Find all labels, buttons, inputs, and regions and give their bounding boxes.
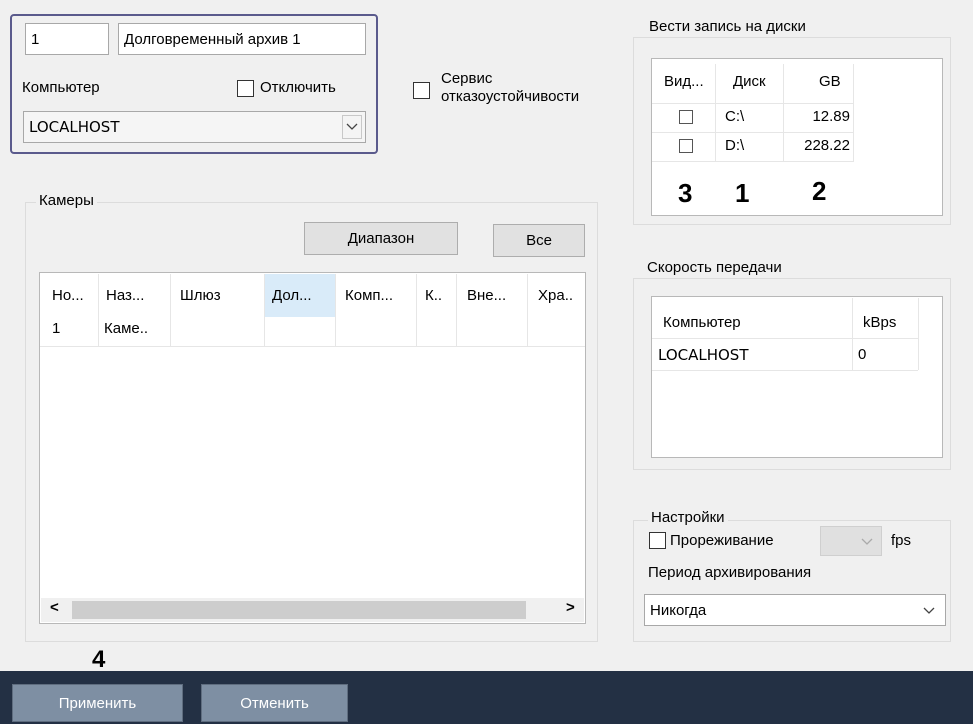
disk-c-name: C:\ bbox=[725, 108, 745, 125]
cameras-row-number: 1 bbox=[52, 320, 61, 337]
disks-group-title: Вести запись на диски bbox=[646, 18, 809, 35]
failover-checkbox[interactable] bbox=[413, 82, 430, 99]
speed-row-computer: LOCALHOST bbox=[658, 346, 749, 364]
disk-d-checkbox[interactable] bbox=[679, 139, 693, 153]
cameras-scrollbar-thumb[interactable] bbox=[72, 601, 526, 619]
thinning-checkbox[interactable] bbox=[649, 532, 666, 549]
disks-header-view[interactable]: Вид... bbox=[664, 73, 704, 90]
chevron-down-icon[interactable] bbox=[923, 607, 935, 615]
cancel-button[interactable]: Отменить bbox=[201, 684, 348, 722]
cameras-header-external[interactable]: Вне... bbox=[467, 287, 506, 304]
cameras-header-number[interactable]: Но... bbox=[52, 287, 84, 304]
speed-header-computer[interactable]: Компьютер bbox=[663, 314, 741, 331]
chevron-down-icon[interactable] bbox=[342, 115, 362, 139]
disk-c-gb: 12.89 bbox=[812, 108, 850, 125]
cameras-header-computer[interactable]: Комп... bbox=[345, 287, 393, 304]
cameras-header-gateway[interactable]: Шлюз bbox=[180, 287, 221, 304]
chevron-down-icon[interactable] bbox=[861, 538, 873, 546]
cameras-header-k[interactable]: К.. bbox=[425, 287, 442, 304]
annotation-2: 2 bbox=[812, 176, 827, 206]
archive-number-field[interactable]: 1 bbox=[25, 23, 109, 55]
thinning-label: Прореживание bbox=[670, 532, 774, 549]
speed-row-kbps: 0 bbox=[858, 346, 867, 363]
disk-d-gb: 228.22 bbox=[804, 137, 850, 154]
cameras-row-name: Каме.. bbox=[104, 320, 149, 337]
cameras-header-longterm[interactable]: Дол... bbox=[272, 287, 312, 304]
disks-header-gb[interactable]: GB bbox=[819, 73, 841, 90]
period-combobox[interactable]: Никогда bbox=[644, 594, 946, 626]
cameras-group-title: Камеры bbox=[36, 192, 97, 209]
disk-d-name: D:\ bbox=[725, 137, 745, 154]
disable-label: Отключить bbox=[260, 79, 336, 96]
computer-combobox[interactable]: LOCALHOST bbox=[23, 111, 366, 143]
settings-group-title: Настройки bbox=[648, 509, 728, 526]
speed-header-kbps[interactable]: kBps bbox=[863, 314, 896, 331]
failover-label-line2: отказоустойчивости bbox=[441, 88, 580, 105]
computer-combobox-value: LOCALHOST bbox=[29, 118, 120, 136]
annotation-3: 3 bbox=[678, 178, 693, 208]
annotation-1: 1 bbox=[735, 178, 750, 208]
fps-label: fps bbox=[891, 532, 912, 549]
period-label: Период архивирования bbox=[648, 564, 812, 581]
speed-group-title: Скорость передачи bbox=[644, 259, 785, 276]
computer-label: Компьютер bbox=[22, 79, 100, 96]
archive-name-field[interactable]: Долговременный архив 1 bbox=[118, 23, 366, 55]
period-combobox-value: Никогда bbox=[650, 601, 707, 619]
failover-label-line1: Сервис bbox=[441, 70, 493, 87]
disable-checkbox[interactable] bbox=[237, 80, 254, 97]
cameras-header-storage[interactable]: Хра.. bbox=[538, 287, 573, 304]
scroll-left-icon[interactable]: < bbox=[50, 599, 59, 616]
range-button[interactable]: Диапазон bbox=[304, 222, 458, 255]
scroll-right-icon[interactable]: > bbox=[566, 599, 575, 616]
annotation-4: 4 bbox=[92, 646, 106, 673]
all-button[interactable]: Все bbox=[493, 224, 585, 257]
fps-combobox[interactable] bbox=[820, 526, 882, 556]
cameras-header-name[interactable]: Наз... bbox=[106, 287, 144, 304]
disk-c-checkbox[interactable] bbox=[679, 110, 693, 124]
apply-button[interactable]: Применить bbox=[12, 684, 183, 722]
disks-header-disk[interactable]: Диск bbox=[733, 73, 766, 90]
